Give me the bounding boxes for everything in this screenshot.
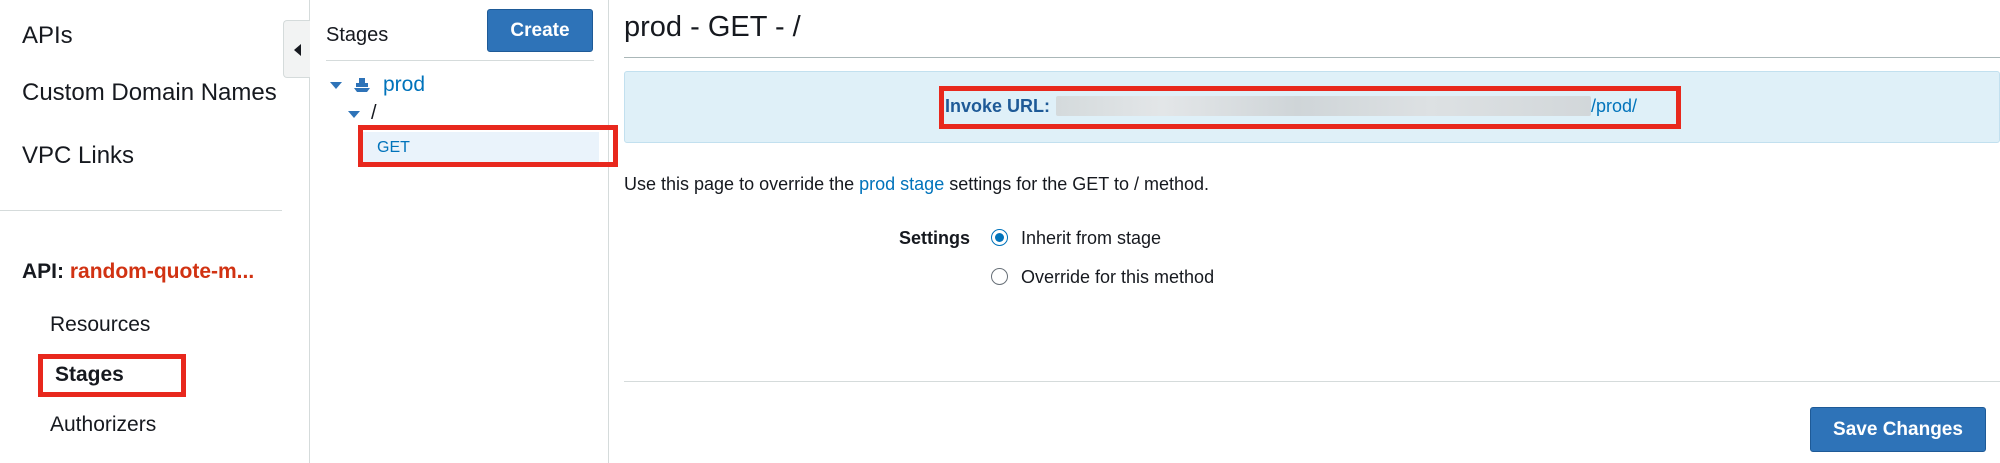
nav-link-custom-domain-names[interactable]: Custom Domain Names: [22, 79, 277, 107]
description-prefix: Use this page to override the: [624, 174, 860, 194]
title-divider: [624, 57, 2000, 58]
description-suffix: settings for the GET to / method.: [944, 174, 1209, 194]
create-stage-button[interactable]: Create: [487, 9, 593, 52]
nav-link-authorizers[interactable]: Authorizers: [50, 413, 156, 437]
invoke-url-redacted: [1056, 96, 1592, 116]
nav-link-vpc-links[interactable]: VPC Links: [22, 142, 134, 170]
tree-stage-prod[interactable]: prod: [383, 73, 425, 97]
nav-divider: [0, 210, 282, 211]
save-changes-button[interactable]: Save Changes: [1810, 407, 1986, 452]
page-title: prod - GET - /: [624, 11, 801, 43]
collapse-arrow-icon: [294, 44, 301, 56]
expand-path-caret-icon[interactable]: [348, 111, 360, 118]
invoke-url-banner: Invoke URL: /prod/: [624, 71, 2000, 143]
footer-divider: [624, 381, 2000, 382]
stage-ship-icon: [354, 78, 370, 92]
api-name[interactable]: random-quote-m...: [70, 260, 254, 283]
nav-link-resources[interactable]: Resources: [50, 313, 150, 337]
override-method-radio[interactable]: [991, 268, 1008, 285]
tree-path-root[interactable]: /: [371, 102, 377, 125]
nav-link-stages[interactable]: Stages: [55, 363, 124, 387]
main-content: prod - GET - / Invoke URL: /prod/ Use thi…: [610, 0, 2000, 463]
left-navigation: APIs Custom Domain Names VPC Links API: …: [0, 0, 310, 463]
prod-stage-link[interactable]: prod stage: [859, 174, 944, 194]
invoke-url-row: Invoke URL: /prod/: [945, 96, 1637, 117]
collapse-sidebar-button[interactable]: [283, 20, 310, 78]
stages-panel: Stages Create prod / GET: [311, 0, 609, 463]
stages-divider: [326, 60, 594, 61]
inherit-from-stage-radio[interactable]: [991, 229, 1008, 246]
invoke-url-link[interactable]: /prod/: [1591, 96, 1637, 116]
override-method-label[interactable]: Override for this method: [1021, 267, 1214, 288]
settings-label: Settings: [899, 228, 971, 248]
expand-stage-caret-icon[interactable]: [330, 82, 342, 89]
override-description: Use this page to override the prod stage…: [624, 174, 1209, 195]
inherit-from-stage-label[interactable]: Inherit from stage: [1021, 228, 1161, 249]
stages-title: Stages: [326, 24, 389, 46]
api-label: API:: [22, 260, 64, 283]
nav-link-apis[interactable]: APIs: [22, 22, 73, 50]
api-title: API: random-quote-m...: [22, 260, 254, 284]
tree-method-get[interactable]: GET: [363, 132, 599, 164]
invoke-url-label: Invoke URL:: [945, 96, 1051, 116]
